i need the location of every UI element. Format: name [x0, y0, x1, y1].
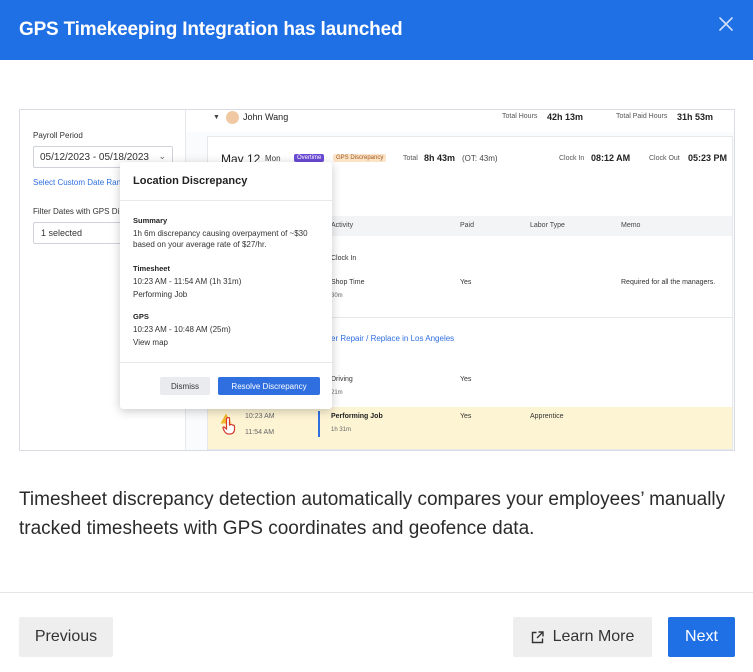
hand-cursor-icon — [222, 417, 236, 435]
filter-select-value: 1 selected — [41, 228, 83, 238]
table-row-paid: Yes — [460, 279, 472, 286]
modal-title: GPS Timekeeping Integration has launched — [19, 19, 403, 40]
location-discrepancy-popover: Location Discrepancy Summary 1h 6m discr… — [120, 162, 332, 409]
col-paid: Paid — [460, 222, 475, 229]
table-row-sub: 30m — [331, 293, 343, 299]
popover-title: Location Discrepancy — [133, 175, 248, 187]
table-row-memo: Required for all the managers. — [621, 279, 716, 286]
overtime-tag: Overtime — [294, 154, 325, 162]
popover-divider — [120, 362, 332, 363]
clock-in-label: Clock In — [559, 155, 585, 162]
close-button[interactable] — [717, 15, 735, 33]
footer-divider — [0, 592, 753, 593]
table-row: Performing Job — [331, 413, 383, 420]
total-hours-label: Total Hours — [502, 113, 538, 120]
external-link-icon — [531, 630, 544, 643]
col-memo: Memo — [621, 222, 641, 229]
employee-row: ▼ John Wang Total Hours 42h 13m Total Pa… — [186, 110, 734, 132]
gps-time: 10:23 AM - 10:48 AM (25m) — [133, 325, 231, 334]
job-link: er Repair / Replace in Los Angeles — [331, 334, 455, 343]
caret-down-icon: ▼ — [213, 114, 220, 121]
table-row: Shop Time — [331, 279, 365, 286]
timesheet-heading: Timesheet — [133, 264, 170, 273]
avatar — [226, 111, 239, 124]
chevron-down-icon: ⌄ — [158, 151, 166, 161]
table-row: Clock In — [331, 255, 357, 262]
previous-button[interactable]: Previous — [19, 617, 113, 657]
day-total-value: 8h 43m — [424, 153, 456, 163]
dismiss-button: Dismiss — [160, 377, 210, 395]
clock-out-value: 05:23 PM — [688, 153, 728, 163]
popover-divider — [120, 200, 332, 201]
learn-more-label: Learn More — [552, 628, 635, 645]
table-row-sub: 21m — [331, 390, 343, 396]
summary-heading: Summary — [133, 216, 168, 225]
day-total-label: Total — [403, 155, 418, 162]
view-map-link: View map — [133, 338, 168, 347]
modal-header: GPS Timekeeping Integration has launched — [0, 0, 753, 60]
timeline-bar — [318, 411, 320, 437]
day-ot-value: (OT: 43m) — [462, 154, 498, 163]
clock-out-label: Clock Out — [649, 155, 680, 162]
summary-text: 1h 6m discrepancy causing overpayment of… — [133, 229, 308, 249]
resolve-discrepancy-button: Resolve Discrepancy — [218, 377, 320, 395]
feature-preview-image: Payroll Period 05/12/2023 - 05/18/2023 ⌄… — [19, 109, 735, 451]
close-icon — [719, 17, 733, 31]
total-hours-value: 42h 13m — [547, 112, 584, 122]
highlight-start-time: 10:23 AM — [245, 413, 275, 420]
highlight-end-time: 11:54 AM — [245, 429, 275, 436]
gps-heading: GPS — [133, 312, 149, 321]
col-activity: Activity — [331, 222, 354, 229]
employee-name: John Wang — [243, 112, 289, 122]
clock-in-value: 08:12 AM — [591, 153, 631, 163]
gps-discrepancy-tag: GPS Discrepancy — [333, 154, 387, 162]
timesheet-time: 10:23 AM - 11:54 AM (1h 31m) — [133, 277, 242, 286]
timesheet-activity: Performing Job — [133, 290, 188, 299]
col-labor-type: Labor Type — [530, 222, 565, 229]
total-paid-label: Total Paid Hours — [616, 113, 668, 120]
next-button[interactable]: Next — [668, 617, 735, 657]
learn-more-button[interactable]: Learn More — [513, 617, 652, 657]
table-row: Driving — [331, 376, 353, 383]
table-row-labor: Apprentice — [530, 413, 564, 420]
total-paid-value: 31h 53m — [677, 112, 714, 122]
table-row-sub: 1h 31m — [331, 427, 352, 433]
table-row-paid: Yes — [460, 376, 472, 383]
table-row-paid: Yes — [460, 413, 472, 420]
payroll-period-label: Payroll Period — [33, 131, 83, 140]
feature-description: Timesheet discrepancy detection automati… — [19, 489, 726, 539]
highlighted-row: 10:23 AM 11:54 AM Performing Job 1h 31m … — [208, 407, 732, 449]
